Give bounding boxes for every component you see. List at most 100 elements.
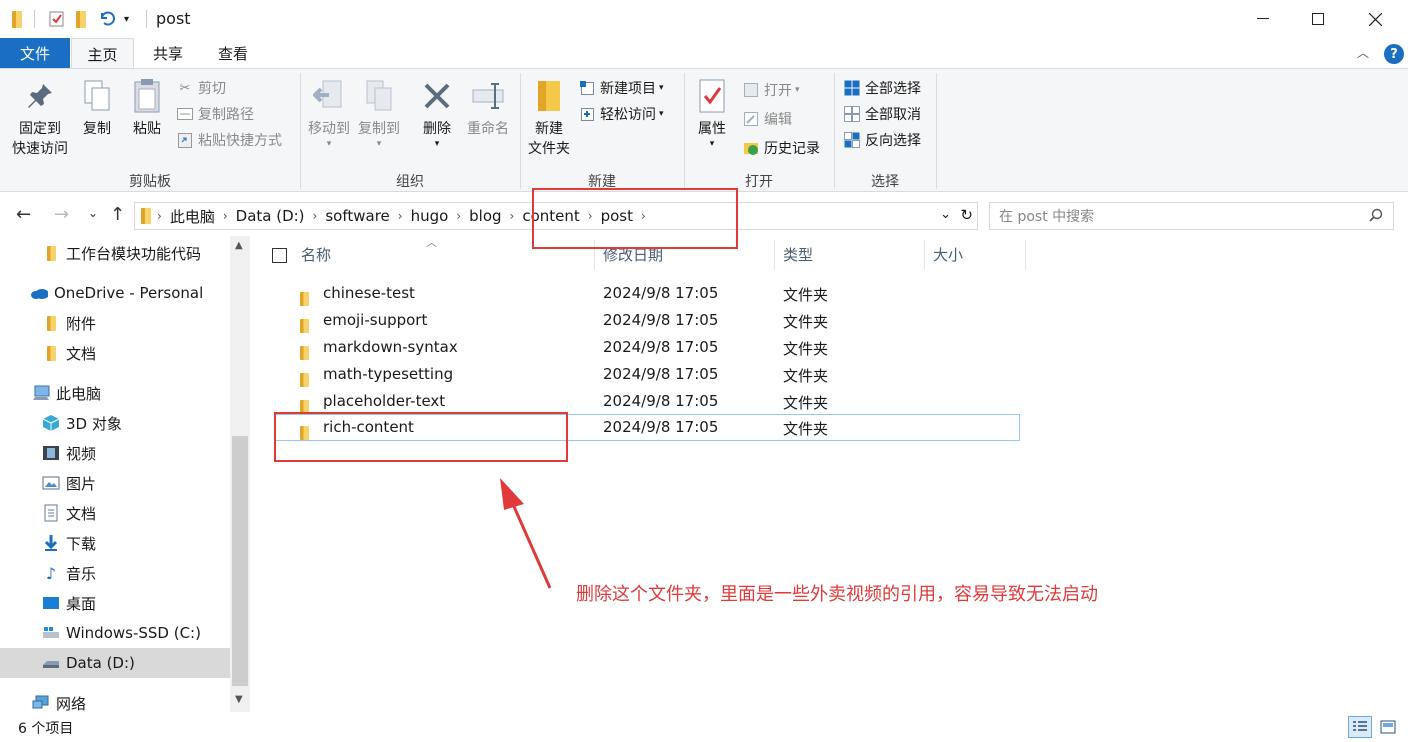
open-button[interactable]: 打开 ▾ [742, 79, 800, 101]
scroll-up-icon[interactable]: ▲ [235, 240, 243, 251]
address-dropdown-icon[interactable]: ⌄ [940, 207, 951, 222]
file-row[interactable]: placeholder-text 2024/9/8 17:05 文件夹 [274, 388, 1020, 415]
chevron-right-icon[interactable]: › [508, 209, 517, 223]
refresh-icon[interactable]: ↻ [960, 206, 973, 224]
chevron-right-icon[interactable]: › [396, 209, 405, 223]
select-all-checkbox[interactable] [272, 248, 287, 263]
folder-icon [12, 10, 22, 28]
documents-icon [42, 504, 60, 522]
new-folder-quick-icon[interactable] [76, 10, 86, 28]
sidebar-item-music[interactable]: ♪ 音乐 [0, 558, 230, 588]
forward-arrow-icon[interactable]: → [54, 204, 69, 225]
chevron-right-icon[interactable]: › [221, 209, 230, 223]
pin-icon [23, 77, 57, 115]
pin-to-quick-access-button[interactable]: 固定到 快速访问 [8, 77, 72, 159]
breadcrumb-data-drive[interactable]: Data (D:) [230, 207, 311, 225]
cut-button[interactable]: ✂ 剪切 [176, 77, 226, 99]
column-header-name[interactable]: 名称 [301, 244, 331, 266]
tab-file[interactable]: 文件 [0, 38, 70, 68]
up-arrow-icon[interactable]: ↑ [110, 204, 125, 225]
easy-access-button[interactable]: 轻松访问 ▾ [578, 103, 664, 125]
group-label-organize: 组织 [396, 174, 424, 190]
history-button[interactable]: 历史记录 [742, 137, 820, 159]
onedrive-icon [30, 284, 48, 302]
copy-path-button[interactable]: 复制路径 [176, 103, 254, 125]
sort-ascending-icon: ︿ [426, 236, 437, 249]
sidebar-item-videos[interactable]: 视频 [0, 438, 230, 468]
network-icon [32, 694, 50, 712]
move-to-button[interactable]: 移动到 ▾ [306, 77, 352, 149]
3d-objects-icon [42, 414, 60, 432]
paste-icon [130, 77, 164, 115]
sidebar-item-drive-d[interactable]: Data (D:) [0, 648, 230, 678]
sidebar-item-3d-objects[interactable]: 3D 对象 [0, 408, 230, 438]
details-view-icon[interactable] [1348, 716, 1372, 738]
breadcrumb-software[interactable]: software [319, 207, 395, 225]
chevron-right-icon[interactable]: › [311, 209, 320, 223]
sidebar-item-workbench-code[interactable]: 工作台模块功能代码 [0, 238, 230, 268]
back-arrow-icon[interactable]: ← [16, 204, 31, 225]
copy-button[interactable]: 复制 [76, 77, 118, 139]
sidebar-item-drive-c[interactable]: Windows-SSD (C:) [0, 618, 230, 648]
paste-shortcut-button[interactable]: 粘贴快捷方式 [176, 129, 282, 151]
sidebar-item-onedrive-documents[interactable]: 文档 [0, 338, 230, 368]
sidebar-item-documents[interactable]: 文档 [0, 498, 230, 528]
easy-access-icon [578, 105, 596, 123]
file-row[interactable]: math-typesetting 2024/9/8 17:05 文件夹 [274, 361, 1020, 388]
new-folder-icon [532, 77, 566, 115]
scroll-down-icon[interactable]: ▼ [235, 694, 243, 705]
scrollbar-thumb[interactable] [232, 436, 248, 686]
chevron-right-icon[interactable]: › [155, 209, 164, 223]
delete-button[interactable]: 删除 ▾ [418, 77, 456, 149]
new-item-button[interactable]: 新建项目 ▾ [578, 77, 664, 99]
sidebar-item-downloads[interactable]: 下载 [0, 528, 230, 558]
tab-share[interactable]: 共享 [138, 38, 198, 68]
invert-selection-button[interactable]: 反向选择 [843, 129, 921, 151]
file-row[interactable]: chinese-test 2024/9/8 17:05 文件夹 [274, 280, 1020, 307]
column-header-type[interactable]: 类型 [783, 244, 813, 266]
copy-to-button[interactable]: 复制到 ▾ [356, 77, 402, 149]
tab-home[interactable]: 主页 [71, 38, 134, 69]
select-all-icon [843, 79, 861, 97]
sidebar-item-desktop[interactable]: 桌面 [0, 588, 230, 618]
file-explorer-window: ▾ post 文件 主页 共享 查看 ︿ ? 固定到 快速访问 复制 粘贴 ✂ … [0, 0, 1408, 742]
select-all-button[interactable]: 全部选择 [843, 77, 921, 99]
window-title: post [156, 9, 191, 28]
maximize-button[interactable] [1291, 0, 1345, 38]
collapse-ribbon-icon[interactable]: ︿ [1357, 44, 1369, 61]
sidebar-item-pictures[interactable]: 图片 [0, 468, 230, 498]
large-icons-view-icon[interactable] [1376, 716, 1400, 738]
select-none-button[interactable]: 全部取消 [843, 103, 921, 125]
undo-icon[interactable] [98, 10, 116, 28]
properties-button[interactable]: 属性 ▾ [692, 77, 732, 149]
copy-icon [80, 77, 114, 115]
file-row[interactable]: emoji-support 2024/9/8 17:05 文件夹 [274, 307, 1020, 334]
annotation-note: 删除这个文件夹，里面是一些外卖视频的引用，容易导致无法启动 [576, 584, 1098, 605]
tab-view[interactable]: 查看 [201, 38, 265, 68]
sidebar-item-onedrive[interactable]: OneDrive - Personal [0, 278, 230, 308]
status-bar: 6 个项目 [0, 712, 1408, 742]
chevron-right-icon[interactable]: › [454, 209, 463, 223]
breadcrumb-this-pc[interactable]: 此电脑 [164, 206, 221, 227]
search-input[interactable]: 在 post 中搜索 [989, 202, 1394, 230]
edit-button[interactable]: 编辑 [742, 108, 792, 130]
annotation-box-folder [274, 412, 568, 462]
delete-x-icon [420, 77, 454, 115]
new-folder-button[interactable]: 新建 文件夹 [526, 77, 572, 159]
properties-quick-icon[interactable] [48, 10, 66, 28]
minimize-button[interactable] [1236, 0, 1290, 38]
rename-button[interactable]: 重命名 [462, 77, 514, 139]
sidebar-item-attachments[interactable]: 附件 [0, 308, 230, 338]
sidebar-item-this-pc[interactable]: 此电脑 [0, 378, 230, 408]
column-header-size[interactable]: 大小 [933, 244, 963, 266]
file-type: 文件夹 [783, 286, 829, 304]
close-button[interactable] [1348, 0, 1402, 38]
breadcrumb-blog[interactable]: blog [463, 207, 507, 225]
file-row[interactable]: markdown-syntax 2024/9/8 17:05 文件夹 [274, 334, 1020, 361]
customize-qat-icon[interactable]: ▾ [124, 10, 129, 28]
recent-locations-chevron-icon[interactable]: ⌄ [88, 206, 98, 220]
breadcrumb-hugo[interactable]: hugo [405, 207, 455, 225]
annotation-box-path [532, 188, 738, 249]
help-icon[interactable]: ? [1384, 44, 1404, 64]
paste-button[interactable]: 粘贴 [126, 77, 168, 139]
